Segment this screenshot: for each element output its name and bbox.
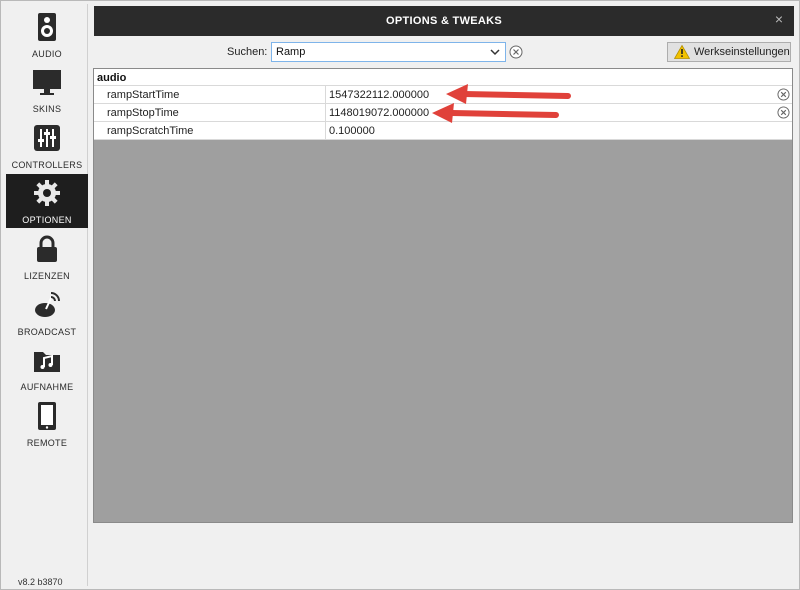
sidebar-item-label: AUFNAHME — [20, 382, 74, 392]
version-label: v8.2 b3870 — [18, 577, 63, 587]
sidebar-item-label: BROADCAST — [17, 327, 77, 337]
gear-icon — [34, 180, 60, 206]
sidebar-item-lizenzen[interactable]: LIZENZEN — [6, 230, 88, 284]
tablet-icon — [38, 402, 56, 430]
sidebar-item-controllers[interactable]: CONTROLLERS — [6, 119, 88, 173]
sidebar-item-label: OPTIONEN — [22, 215, 72, 225]
search-label: Suchen: — [227, 46, 268, 58]
chevron-down-icon[interactable] — [490, 47, 500, 57]
option-value[interactable]: 1148019072.000000 — [329, 107, 429, 119]
sidebar-item-label: CONTROLLERS — [11, 160, 83, 170]
sidebar-item-label: LIZENZEN — [24, 271, 70, 281]
sidebar-item-optionen[interactable]: OPTIONEN — [6, 174, 88, 228]
close-icon[interactable]: × — [772, 12, 786, 26]
sliders-icon — [34, 125, 60, 151]
title-bar: OPTIONS & TWEAKS × — [94, 6, 794, 36]
window-title: OPTIONS & TWEAKS — [385, 15, 503, 27]
factory-settings-button[interactable]: Werkseinstellungen — [667, 42, 791, 62]
sidebar-item-audio[interactable]: AUDIO — [6, 8, 88, 62]
option-value[interactable]: 1547322112.000000 — [329, 89, 429, 101]
option-name: rampScratchTime — [94, 122, 326, 139]
reset-option-icon[interactable] — [777, 106, 790, 119]
options-grid: audio rampStartTime 1547322112.000000 ra… — [93, 68, 793, 523]
sidebar-item-label: SKINS — [32, 104, 62, 114]
option-value[interactable]: 0.100000 — [329, 125, 375, 137]
sidebar-item-label: AUDIO — [31, 49, 62, 59]
sidebar: AUDIO SKINS CONTROLLERS OPTIONEN LIZENZE… — [6, 4, 88, 587]
sidebar-item-label: REMOTE — [26, 438, 68, 448]
sidebar-item-remote[interactable]: REMOTE — [6, 397, 88, 451]
option-name: rampStopTime — [94, 104, 326, 121]
music-folder-icon — [34, 352, 60, 372]
search-input[interactable] — [276, 45, 486, 59]
factory-settings-label: Werkseinstellungen — [694, 46, 790, 58]
reset-option-icon[interactable] — [777, 88, 790, 101]
warning-icon — [674, 45, 690, 59]
sidebar-item-aufnahme[interactable]: AUFNAHME — [6, 341, 88, 395]
clear-search-icon[interactable] — [509, 45, 523, 59]
annotation-arrows — [432, 84, 571, 123]
annotation-arrow-stop — [432, 103, 559, 123]
sidebar-item-skins[interactable]: SKINS — [6, 63, 88, 117]
lock-icon — [37, 235, 57, 262]
monitor-icon — [33, 70, 61, 95]
sidebar-item-broadcast[interactable]: BROADCAST — [6, 286, 88, 340]
search-combobox[interactable] — [271, 42, 506, 62]
broadcast-icon — [35, 292, 60, 317]
speaker-icon — [38, 13, 56, 41]
annotation-arrow-start — [446, 84, 571, 104]
option-name: rampStartTime — [94, 86, 326, 103]
